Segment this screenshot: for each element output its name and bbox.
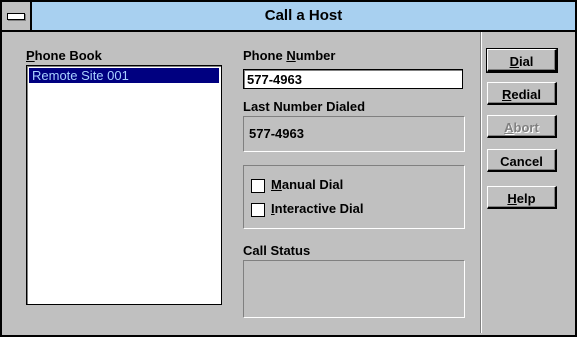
dial-button[interactable]: Dial — [486, 48, 558, 73]
manual-dial-checkbox[interactable] — [251, 179, 265, 193]
manual-dial-mnemonic: M — [271, 177, 282, 192]
phone-number-label-a: Phone — [243, 48, 287, 63]
title-bar: Call a Host — [2, 2, 575, 32]
redial-button[interactable]: Redial — [487, 82, 557, 105]
interactive-dial-checkbox[interactable] — [251, 203, 265, 217]
last-number-value: 577-4963 — [249, 126, 304, 141]
abort-label: Abort — [504, 120, 539, 135]
phone-number-label: Phone Number — [243, 48, 335, 63]
phone-number-field[interactable]: 577-4963 — [243, 69, 463, 89]
call-status-label: Call Status — [243, 243, 311, 258]
phone-book-mnemonic: P — [26, 48, 35, 63]
cancel-button[interactable]: Cancel — [487, 149, 557, 172]
system-menu-icon — [7, 13, 25, 20]
phone-number-mnemonic: N — [286, 48, 296, 63]
dial-options-group: Manual Dial Interactive Dial — [243, 165, 465, 229]
redial-label-rest: edial — [511, 87, 541, 102]
dial-label-rest: ial — [518, 54, 534, 69]
phone-book-label: Phone Book — [26, 48, 102, 63]
help-button[interactable]: Help — [487, 186, 557, 209]
window-title: Call a Host — [264, 7, 343, 24]
abort-button[interactable]: Abort — [487, 115, 557, 138]
system-menu-button[interactable] — [2, 2, 32, 30]
redial-mnemonic: R — [501, 87, 512, 102]
call-status-box — [243, 260, 465, 318]
manual-dial-label-rest: anual Dial — [281, 177, 344, 192]
phone-book-label-rest: hone Book — [34, 48, 102, 63]
last-number-label: Last Number Dialed — [243, 99, 366, 114]
phone-book-list[interactable]: Remote Site 001 — [26, 65, 222, 305]
last-number-box: 577-4963 — [243, 116, 465, 152]
button-column-divider-highlight — [481, 32, 482, 333]
help-mnemonic: H — [507, 191, 517, 206]
list-item[interactable]: Remote Site 001 — [29, 68, 219, 83]
interactive-dial-label-rest: nteractive Dial — [274, 201, 364, 216]
dial-mnemonic: D — [509, 54, 519, 69]
abort-mnemonic: A — [504, 120, 514, 135]
call-a-host-dialog: Call a Host Phone Book Remote Site 001 P… — [0, 0, 577, 337]
manual-dial-label[interactable]: Manual Dial — [271, 177, 343, 192]
phone-number-label-b: umber — [295, 48, 336, 63]
help-label-rest: elp — [516, 191, 536, 206]
interactive-dial-label[interactable]: Interactive Dial — [271, 201, 364, 216]
